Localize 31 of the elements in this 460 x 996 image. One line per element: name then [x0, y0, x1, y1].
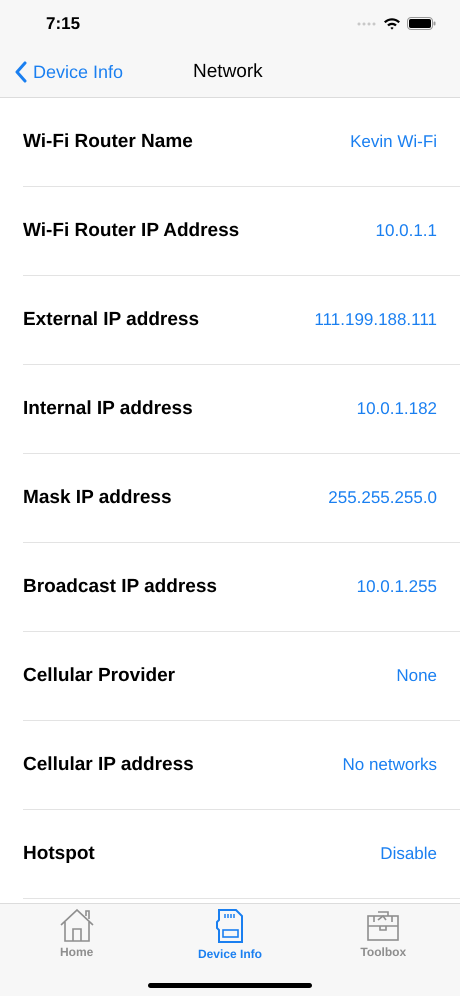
chevron-left-icon — [14, 61, 27, 84]
signal-icon — [357, 22, 377, 26]
row-value: Disable — [380, 843, 437, 866]
row-label: Hotspot — [23, 842, 95, 866]
row-label: Wi-Fi Router IP Address — [23, 218, 240, 243]
house-icon — [58, 908, 95, 942]
row-value: 10.0.1.182 — [356, 398, 437, 420]
row-value: No networks — [342, 754, 437, 776]
screen-title: Network — [193, 60, 263, 84]
tab-item[interactable]: Toolbox — [306, 904, 460, 966]
row-label: Mask IP address — [23, 486, 172, 510]
memory-card-icon — [216, 908, 244, 944]
row-value: None — [396, 665, 437, 688]
row-value: 255.255.255.0 — [328, 487, 437, 510]
tab-item[interactable]: Device Info — [153, 904, 307, 966]
row-label: Cellular Provider — [23, 664, 176, 688]
battery-icon — [407, 17, 436, 30]
tab-item[interactable]: Home — [0, 904, 154, 966]
row-label: Wi-Fi Router Name — [23, 130, 193, 154]
row-value: 10.0.1.1 — [376, 220, 437, 242]
row-value: 111.199.188.111 — [314, 309, 437, 332]
row-label: External IP address — [23, 308, 200, 332]
row-label: Cellular IP address — [23, 752, 194, 777]
status-time: 7:15 — [46, 13, 80, 35]
row-label: Broadcast IP address — [23, 574, 217, 599]
row-value: Kevin Wi-Fi — [350, 131, 437, 154]
row-label: Internal IP address — [23, 396, 193, 421]
toolbox-icon — [366, 908, 400, 942]
row-value: 10.0.1.255 — [356, 576, 437, 598]
wifi-icon — [383, 17, 401, 30]
back-button[interactable]: Device Info — [0, 58, 124, 86]
